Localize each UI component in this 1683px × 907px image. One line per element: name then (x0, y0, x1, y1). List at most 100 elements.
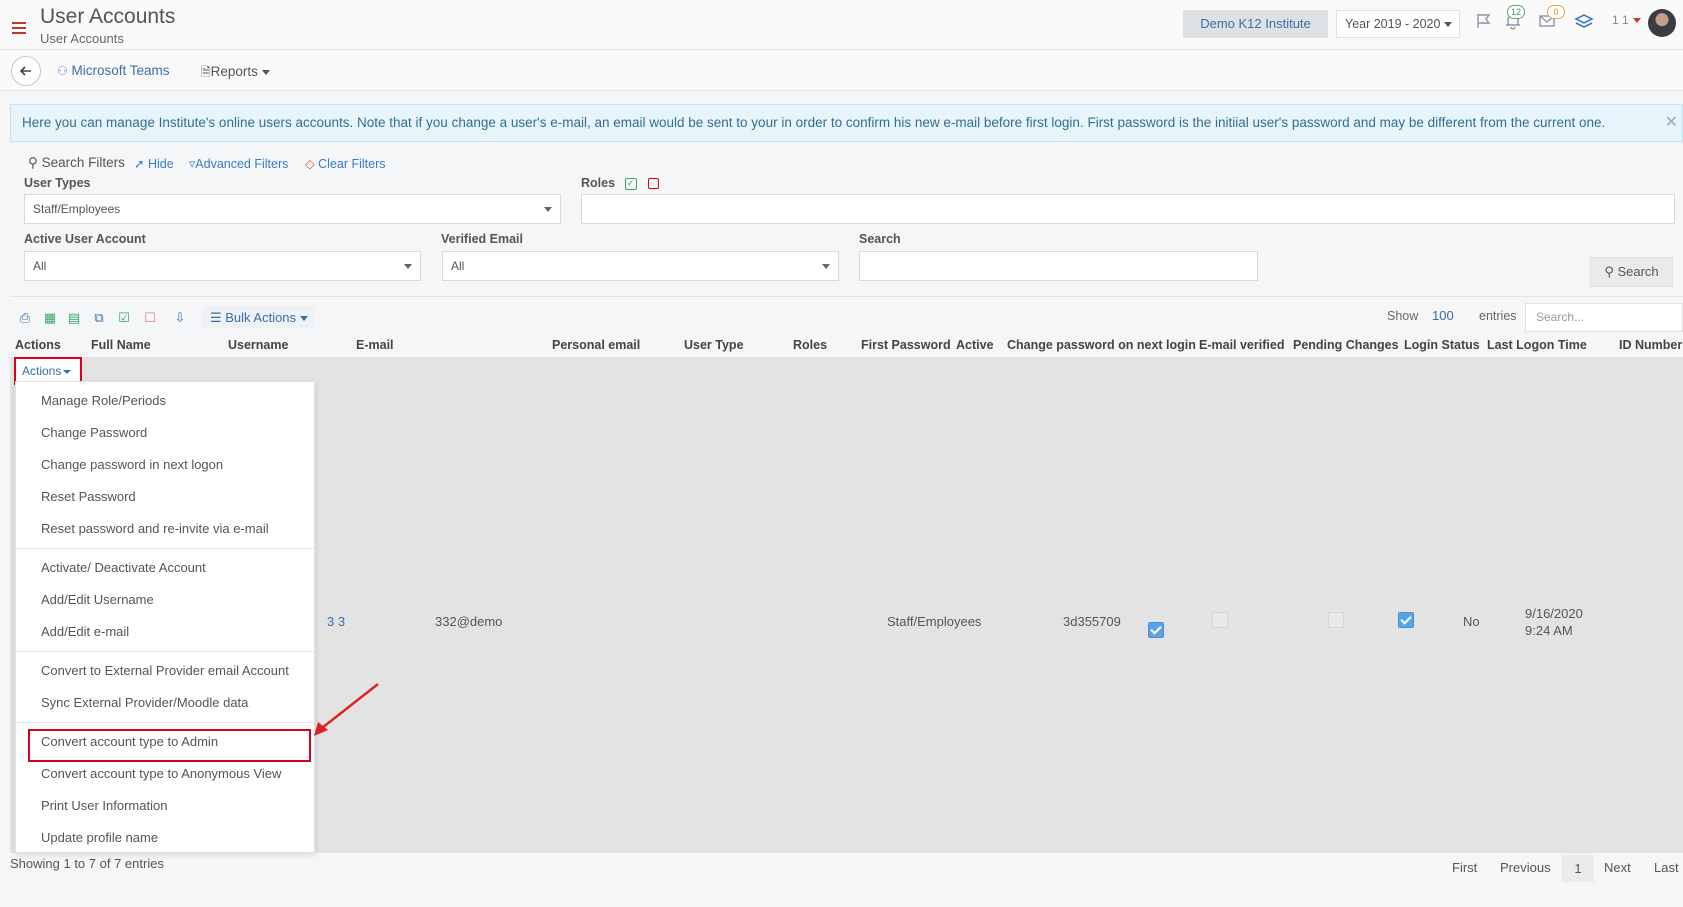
cell-full-name[interactable]: 3 3 (327, 614, 345, 629)
hide-label: Hide (147, 157, 174, 171)
hide-filters-link[interactable]: ➚ Hide (134, 156, 174, 171)
cell-email-verified-checkbox[interactable] (1328, 612, 1344, 628)
check-all-icon[interactable]: ✓ (624, 177, 637, 190)
col-personal-email[interactable]: Personal email (552, 338, 640, 352)
col-change-password[interactable]: Change password on next login (1007, 338, 1196, 352)
search-label: Search (859, 232, 901, 246)
page-last[interactable]: Last (1654, 860, 1679, 875)
copy-icon[interactable]: ⧉ (91, 310, 107, 326)
menu-item-edit-username[interactable]: Add/Edit Username (16, 585, 314, 615)
year-select[interactable]: Year 2019 - 2020 (1336, 10, 1460, 38)
col-login-status[interactable]: Login Status (1404, 338, 1480, 352)
roles-label: Roles ✓ (581, 176, 660, 190)
search-input[interactable] (859, 251, 1258, 281)
menu-divider (16, 651, 314, 652)
page-previous[interactable]: Previous (1500, 860, 1551, 875)
cell-login-status: No (1463, 614, 1480, 629)
col-first-password[interactable]: First Password (861, 338, 951, 352)
menu-item-manage-roles[interactable]: Manage Role/Periods (16, 386, 314, 416)
messages-badge: 0 (1547, 5, 1565, 19)
verified-email-select[interactable]: All (442, 251, 839, 281)
back-button[interactable] (11, 56, 41, 86)
cell-pending-changes-checkbox[interactable] (1398, 612, 1414, 628)
menu-item-sync-external[interactable]: Sync External Provider/Moodle data (16, 688, 314, 718)
chevron-down-icon (404, 264, 412, 269)
search-button[interactable]: ⚲ Search (1590, 257, 1673, 287)
col-last-logon[interactable]: Last Logon Time (1487, 338, 1587, 352)
list-icon: ☰ (209, 310, 222, 325)
menu-item-update-profile[interactable]: Update profile name (16, 823, 314, 852)
cell-change-password-checkbox[interactable] (1212, 612, 1228, 628)
col-active[interactable]: Active (956, 338, 994, 352)
actions-dropdown-menu: Manage Role/Periods Change Password Chan… (15, 381, 315, 853)
menu-icon[interactable] (12, 22, 26, 34)
institute-button[interactable]: Demo K12 Institute (1183, 10, 1328, 38)
menu-item-activate-deactivate[interactable]: Activate/ Deactivate Account (16, 553, 314, 583)
page-current[interactable]: 1 (1562, 855, 1594, 882)
page-first[interactable]: First (1452, 860, 1477, 875)
col-pending-changes[interactable]: Pending Changes (1293, 338, 1399, 352)
menu-item-print-info[interactable]: Print User Information (16, 791, 314, 821)
menu-item-convert-anonymous[interactable]: Convert account type to Anonymous View (16, 759, 314, 789)
clear-label: Clear Filters (318, 157, 386, 171)
csv-icon[interactable]: ▤ (66, 310, 82, 326)
search-filters-heading: ⚲ Search Filters (28, 155, 125, 171)
pin-icon: ➚ (134, 157, 145, 171)
download-icon[interactable]: ⇩ (172, 310, 188, 326)
reports-label: Reports (210, 64, 258, 79)
table-info: Showing 1 to 7 of 7 entries (10, 856, 164, 871)
entries-label: entries (1479, 309, 1517, 323)
close-icon[interactable]: ✕ (1665, 105, 1678, 141)
page-next[interactable]: Next (1604, 860, 1631, 875)
highlight-box (28, 729, 311, 762)
col-id-number[interactable]: ID Number (1619, 338, 1682, 352)
entries-select[interactable]: 100 (1432, 308, 1454, 323)
col-username[interactable]: Username (228, 338, 288, 352)
active-account-select[interactable]: All (24, 251, 421, 281)
roles-input[interactable] (581, 194, 1675, 224)
chevron-down-icon (1632, 18, 1641, 24)
bulk-actions-button[interactable]: ☰ Bulk Actions (203, 306, 315, 329)
flag-icon[interactable] (1473, 12, 1495, 34)
avatar[interactable] (1648, 9, 1676, 37)
uncheck-all-icon[interactable] (648, 178, 660, 190)
page-title: User Accounts (40, 5, 176, 28)
user-menu[interactable]: 1 1 (1612, 13, 1641, 27)
menu-item-convert-external[interactable]: Convert to External Provider email Accou… (16, 656, 314, 686)
col-actions[interactable]: Actions (15, 338, 61, 352)
active-account-label: Active User Account (24, 232, 146, 246)
col-email-verified[interactable]: E-mail verified (1199, 338, 1284, 352)
microsoft-teams-link[interactable]: ⚇ Microsoft Teams (57, 63, 170, 78)
deselect-all-icon[interactable]: ☐ (142, 310, 158, 326)
chevron-down-icon (63, 369, 72, 374)
clear-filters-link[interactable]: ◇ Clear Filters (305, 156, 385, 171)
col-user-type[interactable]: User Type (684, 338, 744, 352)
menu-item-reset-password[interactable]: Reset Password (16, 482, 314, 512)
table-search-input[interactable]: Search... (1525, 303, 1683, 332)
cell-first-password: 3d355709 (1063, 614, 1121, 629)
search-filters-label: Search Filters (41, 155, 125, 170)
layers-icon[interactable] (1573, 12, 1595, 34)
col-email[interactable]: E-mail (356, 338, 394, 352)
year-select-value: Year 2019 - 2020 (1345, 17, 1441, 31)
menu-item-change-password-next-logon[interactable]: Change password in next logon (16, 450, 314, 480)
advanced-filters-link[interactable]: ▿Advanced Filters (189, 156, 288, 171)
user-types-select[interactable]: Staff/Employees (24, 194, 561, 224)
cell-last-logon-date: 9/16/2020 (1525, 606, 1583, 621)
user-types-value: Staff/Employees (33, 202, 121, 216)
col-roles[interactable]: Roles (793, 338, 827, 352)
reports-menu[interactable]: 🗎Reports (201, 63, 270, 84)
menu-divider (16, 722, 314, 723)
menu-item-reset-reinvite[interactable]: Reset password and re-invite via e-mail (16, 514, 314, 544)
select-all-icon[interactable]: ☑ (116, 310, 132, 326)
menu-item-edit-email[interactable]: Add/Edit e-mail (16, 617, 314, 647)
search-icon: ⚲ (1604, 264, 1614, 279)
menu-item-change-password[interactable]: Change Password (16, 418, 314, 448)
verified-email-label: Verified Email (441, 232, 523, 246)
cell-active-checkbox[interactable] (1148, 622, 1164, 638)
col-full-name[interactable]: Full Name (91, 338, 151, 352)
print-icon[interactable]: ⎙ (17, 310, 33, 326)
teams-icon: ⚇ (57, 64, 68, 78)
excel-icon[interactable]: ▦ (42, 310, 58, 326)
arrow-left-icon (19, 66, 31, 76)
